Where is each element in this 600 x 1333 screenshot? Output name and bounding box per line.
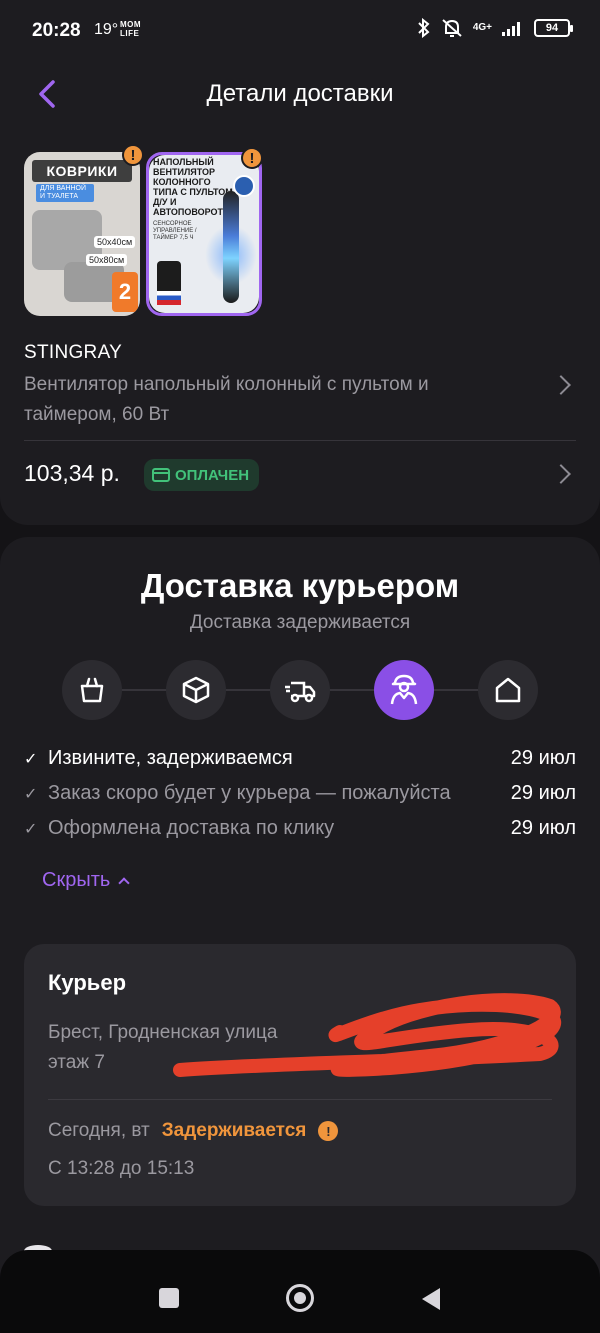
step-delivered	[478, 660, 538, 720]
size-tag: 50x80см	[86, 254, 128, 266]
home-icon	[495, 677, 521, 703]
history-text: Извините, задерживаемся	[48, 747, 293, 769]
app-logo-icon: MOM LIFE	[120, 20, 142, 38]
delivery-history: ✓ Извините, задерживаемся 29 июл ✓ Заказ…	[24, 745, 576, 850]
product-thumbnails: КОВРИКИ ДЛЯ ВАННОЙ И ТУАЛЕТА 50x40см 50x…	[24, 144, 263, 316]
system-back-button[interactable]	[422, 1288, 440, 1310]
recents-button[interactable]	[159, 1288, 179, 1308]
delivery-progress	[62, 660, 538, 720]
payment-status-text: ОПЛАЧЕН	[175, 466, 250, 484]
signal-icon	[502, 22, 520, 36]
courier-icon	[390, 674, 418, 705]
product-thumbnail-fan[interactable]: НАПОЛЬНЫЙ ВЕНТИЛЯТОР КОЛОННОГО ТИПА С ПУ…	[146, 147, 263, 316]
history-text: Оформлена доставка по клику	[48, 817, 335, 839]
warning-icon[interactable]: !	[318, 1121, 339, 1141]
chevron-up-icon	[118, 876, 130, 889]
check-icon: ✓	[24, 786, 38, 803]
thumb-subtitle: ДЛЯ ВАННОЙ И ТУАЛЕТА	[36, 184, 94, 202]
box-icon	[182, 676, 210, 704]
delivery-subtitle: Доставка задерживается	[189, 612, 411, 633]
step-courier	[374, 660, 434, 720]
product-thumbnail-mats[interactable]: КОВРИКИ ДЛЯ ВАННОЙ И ТУАЛЕТА 50x40см 50x…	[24, 144, 144, 316]
warning-icon: !	[122, 144, 144, 166]
status-time: 20:28	[32, 20, 81, 41]
courier-info-card: Курьер Брест, Гродненская улица этаж 7 С…	[24, 944, 576, 1206]
courier-day: Сегодня, вт	[48, 1120, 150, 1141]
history-item: ✓ Заказ скоро будет у курьера — пожалуйс…	[24, 780, 576, 815]
history-date: 29 июл	[510, 782, 576, 804]
redaction-scribble	[173, 993, 561, 1077]
courier-title: Курьер	[48, 970, 127, 995]
thumb-subtitle: СЕНСОРНОЕ УПРАВЛЕНИЕ / ТАЙМЕР 7,5 Ч	[153, 221, 197, 241]
courier-time-window: С 13:28 до 15:13	[48, 1158, 195, 1179]
history-text: Заказ скоро будет у курьера — пожалуйста	[48, 782, 451, 804]
size-tag: 50x40см	[94, 236, 136, 248]
battery-icon: 94	[534, 19, 573, 37]
home-button[interactable]	[286, 1284, 314, 1312]
delivery-title: Доставка курьером	[140, 567, 460, 604]
divider	[24, 440, 576, 441]
step-in-transit	[270, 660, 330, 720]
check-icon: ✓	[24, 821, 38, 838]
quantity-badge: 2	[112, 272, 138, 312]
fan-image	[223, 191, 239, 303]
chevron-right-icon	[551, 464, 571, 484]
status-icons: 4G+ 94	[417, 18, 573, 38]
seal-icon	[233, 175, 255, 197]
card-icon	[152, 468, 170, 482]
step-ordered	[62, 660, 122, 720]
history-item: ✓ Оформлена доставка по клику 29 июл	[24, 815, 576, 850]
thumb-title: КОВРИКИ	[32, 160, 132, 182]
shopping-bag-icon	[80, 677, 104, 703]
product-name: Вентилятор напольный колонный с пультом …	[24, 374, 429, 425]
hide-history-label: Скрыть	[42, 869, 111, 891]
payment-row[interactable]: 103,34 р. ОПЛАЧЕН	[24, 448, 576, 500]
mute-bell-icon	[442, 19, 462, 37]
warning-icon: !	[241, 147, 263, 169]
status-temperature: 19°	[94, 21, 119, 38]
courier-schedule: Сегодня, вт Задерживается !	[48, 1120, 339, 1142]
thumb-title: НАПОЛЬНЫЙ ВЕНТИЛЯТОР КОЛОННОГО ТИПА С ПУ…	[153, 157, 238, 217]
divider	[48, 1099, 552, 1100]
payment-status-badge: ОПЛАЧЕН	[144, 459, 260, 491]
truck-icon	[285, 681, 316, 703]
courier-status: Задерживается	[161, 1120, 307, 1141]
bluetooth-icon	[418, 18, 430, 38]
history-item: ✓ Извините, задерживаемся 29 июл	[24, 745, 576, 780]
delivery-header-card: 20:28 19° MOM LIFE 4G+ 94 Детали доставки…	[0, 0, 600, 525]
system-nav-bar	[0, 1250, 600, 1333]
page-title: Детали доставки	[206, 80, 394, 107]
flag-icon	[157, 291, 181, 305]
order-price: 103,34 р.	[24, 460, 120, 486]
hide-history-button[interactable]: Скрыть	[42, 869, 130, 892]
seller-name: STINGRAY	[24, 342, 123, 363]
status-bar: 20:28 19° MOM LIFE 4G+ 94	[0, 0, 600, 62]
chevron-right-icon	[551, 375, 571, 395]
product-details-link[interactable]: Вентилятор напольный колонный с пультом …	[24, 370, 576, 430]
history-date: 29 июл	[510, 747, 576, 769]
step-packed	[166, 660, 226, 720]
check-icon: ✓	[24, 751, 38, 768]
delivery-card: Доставка курьером Доставка задерживается…	[0, 537, 600, 1297]
history-date: 29 июл	[510, 817, 576, 839]
network-type: 4G+	[472, 22, 492, 33]
